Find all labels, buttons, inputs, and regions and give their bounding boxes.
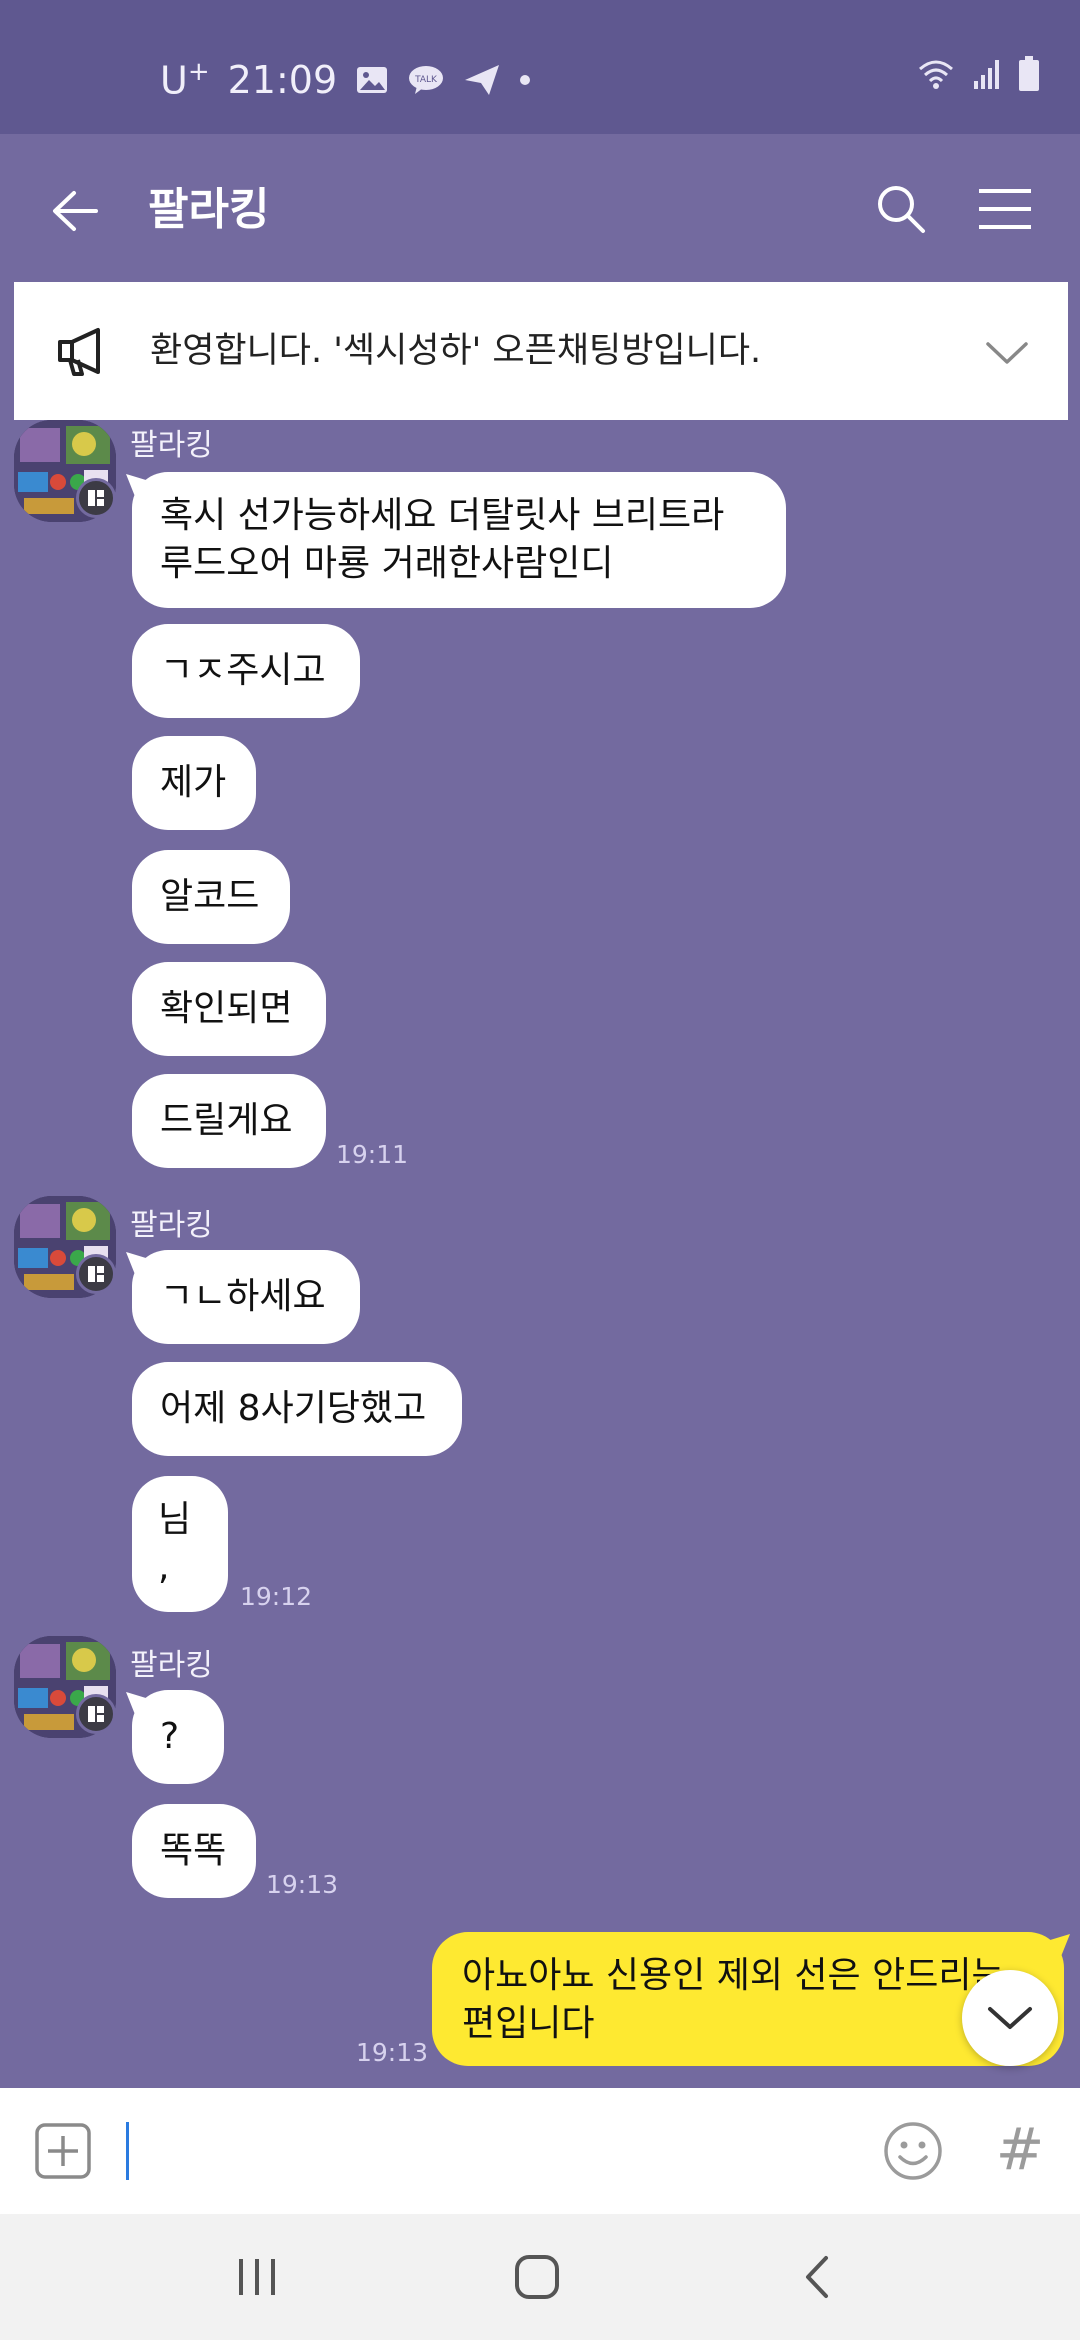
notice-banner[interactable]: 환영합니다. '섹시성하' 오픈채팅방입니다. (14, 282, 1068, 420)
text-cursor (126, 2122, 129, 2180)
message-text: , (158, 1547, 170, 1588)
hashtag-icon[interactable]: # (990, 2114, 1050, 2184)
notice-text: 환영합니다. '섹시성하' 오픈채팅방입니다. (150, 331, 762, 371)
sender-name: 팔라킹 (130, 428, 213, 463)
sender-name: 팔라킹 (130, 1208, 213, 1243)
image-icon (355, 65, 389, 95)
recent-apps-button[interactable] (222, 2244, 292, 2310)
message-bubble[interactable]: 님 , (132, 1476, 228, 1612)
search-icon (878, 186, 925, 233)
megaphone-icon (58, 328, 100, 376)
message-bubble[interactable]: 제가 (132, 736, 256, 830)
wifi-icon (916, 57, 956, 95)
chevron-down-icon[interactable] (982, 328, 1032, 378)
message-bubble[interactable]: ㄱㅈ주시고 (132, 624, 360, 718)
system-back-button[interactable] (782, 2244, 852, 2310)
back-icon (806, 2256, 828, 2298)
status-left: U+ 21:09 TALK (160, 52, 531, 108)
signal-icon (972, 57, 1002, 95)
chevron-down-icon (988, 2007, 1032, 2029)
open-profile-badge-icon (76, 1254, 116, 1294)
battery-icon (1018, 56, 1040, 96)
message-bubble[interactable]: 알코드 (132, 850, 290, 944)
status-time: 21:09 (227, 58, 338, 102)
talk-icon: TALK (407, 64, 445, 96)
message-text: 루드오어 마룡 거래한사람인디 (160, 543, 614, 584)
chat-room-title: 팔라킹 (148, 184, 270, 235)
menu-icon (979, 189, 1031, 229)
plus-icon[interactable] (34, 2122, 92, 2180)
send-icon (463, 63, 501, 97)
emoji-icon[interactable] (882, 2120, 944, 2182)
scroll-to-bottom-button[interactable] (962, 1970, 1058, 2066)
message-time: 19:12 (240, 1582, 313, 1611)
dot-icon (519, 74, 531, 86)
menu-button[interactable] (970, 174, 1040, 244)
message-time: 19:11 (336, 1140, 409, 1169)
back-arrow-icon (53, 191, 98, 231)
open-profile-badge-icon (76, 478, 116, 518)
message-bubble[interactable]: 똑똑 (132, 1804, 256, 1898)
message-bubble[interactable]: ㄱㄴ하세요 (132, 1250, 360, 1344)
status-right (916, 56, 1040, 96)
message-bubble[interactable]: 확인되면 (132, 962, 326, 1056)
message-bubble[interactable]: ? (132, 1690, 224, 1784)
message-bubble[interactable]: 어제 8사기당했고 (132, 1362, 462, 1456)
message-input-bar: # (0, 2088, 1080, 2214)
message-input[interactable] (124, 2112, 864, 2190)
message-text: 편입니다 (462, 2003, 595, 2044)
home-icon (515, 2255, 559, 2299)
message-bubble[interactable]: 혹시 선가능하세요 더탈릿사 브리트라 루드오어 마룡 거래한사람인디 (132, 472, 786, 608)
message-time: 19:13 (266, 1870, 339, 1899)
recent-apps-icon (239, 2259, 275, 2295)
message-text: 혹시 선가능하세요 더탈릿사 브리트라 (160, 495, 725, 536)
status-bar: U+ 21:09 TALK (0, 0, 1080, 134)
open-profile-badge-icon (76, 1694, 116, 1734)
message-time: 19:13 (356, 2038, 429, 2067)
message-text: 님 (158, 1499, 192, 1540)
chat-header: 팔라킹 (0, 134, 1080, 284)
system-nav-bar (0, 2214, 1080, 2340)
svg-text:TALK: TALK (414, 75, 438, 85)
search-button[interactable] (866, 174, 936, 244)
carrier-label: U+ (160, 57, 210, 103)
message-bubble[interactable]: 드릴게요 (132, 1074, 326, 1168)
sender-name: 팔라킹 (130, 1648, 213, 1683)
home-button[interactable] (502, 2244, 572, 2310)
message-text: 아뇨아뇨 신용인 제외 선은 안드리는 (462, 1955, 1005, 1996)
back-button[interactable] (40, 176, 110, 246)
